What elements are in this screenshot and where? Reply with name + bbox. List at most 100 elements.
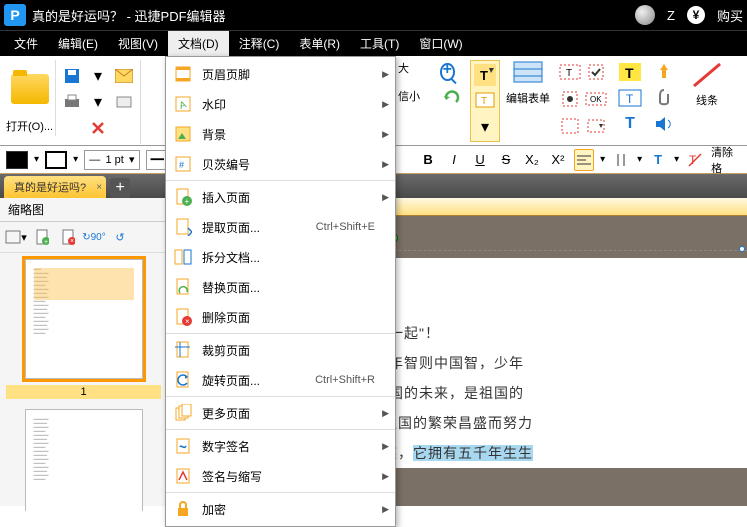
menu-background[interactable]: 背景▶ <box>166 119 395 149</box>
more-pages-icon <box>172 402 194 424</box>
menu-item[interactable]: 编辑(E) <box>48 31 108 56</box>
checkbox-icon[interactable] <box>584 60 608 84</box>
thumbnail-page-2[interactable]: ━━━━━━━━━━━━━━━━━━━━━━━━━━━━━━━━━━━━━━━━… <box>25 409 143 511</box>
menu-item[interactable]: 注释(C) <box>229 31 290 56</box>
superscript-button[interactable]: X² <box>548 149 568 171</box>
close-button[interactable] <box>86 116 110 140</box>
menu-replace-page[interactable]: 替换页面... <box>166 272 395 302</box>
add-tab-button[interactable]: + <box>110 178 130 198</box>
bold-button[interactable]: B <box>418 149 438 171</box>
edit-table-label: 编辑表单 <box>506 90 550 106</box>
dropdown-arrow[interactable]: ▾ <box>86 64 110 88</box>
menu-item[interactable]: 文件 <box>4 31 48 56</box>
menu-header-footer[interactable]: 页眉页脚▶ <box>166 59 395 89</box>
color-swatch[interactable] <box>6 151 28 169</box>
menu-rotate-page[interactable]: 旋转页面...Ctrl+Shift+R <box>166 365 395 395</box>
bates-icon: # <box>172 153 194 175</box>
menu-extract-page[interactable]: 提取页面...Ctrl+Shift+E <box>166 212 395 242</box>
menu-item[interactable]: 窗口(W) <box>409 31 472 56</box>
menu-label: 背景 <box>202 126 389 143</box>
menu-item[interactable]: 工具(T) <box>350 31 409 56</box>
menu-label: 裁剪页面 <box>202 342 389 359</box>
combo-icon[interactable] <box>584 114 608 138</box>
menu-label: 页眉页脚 <box>202 66 389 83</box>
header-footer-icon <box>172 63 194 85</box>
thumb-options-button[interactable]: ▾ <box>4 226 28 248</box>
menu-delete-page[interactable]: ×删除页面 <box>166 302 395 332</box>
subscript-button[interactable]: X₂ <box>522 149 542 171</box>
menu-label: 水印 <box>202 96 389 113</box>
menu-label: 签名与缩写 <box>202 468 389 485</box>
spacing-button[interactable] <box>611 149 631 171</box>
scan-button[interactable] <box>112 90 136 114</box>
menu-digital-sign[interactable]: 数字签名▶ <box>166 431 395 461</box>
menu-encrypt[interactable]: 加密▶ <box>166 494 395 524</box>
save-button[interactable] <box>60 64 84 88</box>
text-effects-button[interactable]: T <box>648 149 668 171</box>
menu-item[interactable]: 视图(V) <box>108 31 168 56</box>
attach-icon[interactable] <box>652 86 676 110</box>
highlight-yellow-button[interactable]: T <box>616 60 644 84</box>
radio-icon[interactable] <box>558 87 582 111</box>
stroke-swatch[interactable] <box>45 151 67 169</box>
document-menu-dropdown: 页眉页脚▶A水印▶背景▶#贝茨编号▶+插入页面▶提取页面...Ctrl+Shif… <box>165 56 396 527</box>
underline-button[interactable]: U <box>470 149 490 171</box>
text-note-button[interactable]: T <box>473 89 497 113</box>
thumb-insert-button[interactable]: + <box>30 226 54 248</box>
menu-item[interactable]: 表单(R) <box>289 31 350 56</box>
strike-button[interactable]: S <box>496 149 516 171</box>
open-button[interactable] <box>9 62 51 116</box>
menu-insert-page[interactable]: +插入页面▶ <box>166 182 395 212</box>
close-tab-button[interactable]: × <box>96 182 102 193</box>
menu-label: 插入页面 <box>202 189 389 206</box>
menu-watermark[interactable]: A水印▶ <box>166 89 395 119</box>
align-left-button[interactable] <box>574 149 594 171</box>
thumb-rotate-button[interactable]: ↻90° <box>82 226 106 248</box>
window-title: 真的是好运吗？ - 迅捷PDF编辑器 <box>32 6 635 25</box>
thumbnail-page-1[interactable]: ━━━━━━━━━━━━━━━━━━━━━━━━━━━━━━━━━━━━━━━━… <box>25 259 143 379</box>
submenu-arrow-icon: ▶ <box>382 159 389 170</box>
menu-sign-initials[interactable]: 签名与缩写▶ <box>166 461 395 491</box>
button-field-icon[interactable]: OK <box>584 87 608 111</box>
globe-icon[interactable] <box>635 5 655 25</box>
submenu-arrow-icon: ▶ <box>382 471 389 482</box>
svg-text:T: T <box>481 96 487 107</box>
svg-text:OK: OK <box>590 95 602 104</box>
form-icon[interactable] <box>512 60 544 88</box>
pin-icon[interactable] <box>652 60 676 84</box>
list-icon[interactable] <box>558 114 582 138</box>
sound-icon[interactable] <box>652 112 676 136</box>
dropdown-arrow[interactable]: ▾ <box>86 90 110 114</box>
submenu-arrow-icon: ▶ <box>382 129 389 140</box>
thumb-rotate2-button[interactable]: ↺ <box>108 226 132 248</box>
menu-item[interactable]: 文档(D) <box>168 31 229 56</box>
print-button[interactable] <box>60 90 84 114</box>
user-letter: Z <box>667 8 675 23</box>
menu-bates[interactable]: #贝茨编号▶ <box>166 149 395 179</box>
zoom-in-button[interactable]: + <box>440 60 464 84</box>
text-tool-button[interactable]: T <box>473 63 497 87</box>
line-weight-select[interactable]: — 1 pt ▾ <box>84 150 139 170</box>
yen-icon[interactable]: ¥ <box>687 6 705 24</box>
split-doc-icon <box>172 246 194 268</box>
clear-format-button[interactable]: T <box>685 149 705 171</box>
text-icon[interactable]: ▾ <box>473 115 497 139</box>
buy-label[interactable]: 购买 <box>717 6 743 25</box>
text-box-button[interactable]: T <box>616 86 644 110</box>
sidebar-tools: ▾ + × ↻90° ↺ <box>0 222 167 253</box>
textfield-icon[interactable]: T <box>558 60 582 84</box>
menu-more-pages[interactable]: 更多页面▶ <box>166 398 395 428</box>
email-button[interactable] <box>112 64 136 88</box>
line-icon[interactable] <box>690 60 724 90</box>
svg-text:×: × <box>185 317 190 326</box>
text-blue-button[interactable]: T <box>616 112 644 136</box>
thumb-delete-button[interactable]: × <box>56 226 80 248</box>
italic-button[interactable]: I <box>444 149 464 171</box>
document-tab[interactable]: 真的是好运吗? × <box>4 176 106 198</box>
menu-crop-page[interactable]: 裁剪页面 <box>166 335 395 365</box>
rotate-page-icon <box>172 369 194 391</box>
redo-icon[interactable] <box>440 86 464 110</box>
app-icon: P <box>4 4 26 26</box>
text-selection[interactable]: 它拥有五千年生生 <box>413 445 533 461</box>
menu-split-doc[interactable]: 拆分文档... <box>166 242 395 272</box>
